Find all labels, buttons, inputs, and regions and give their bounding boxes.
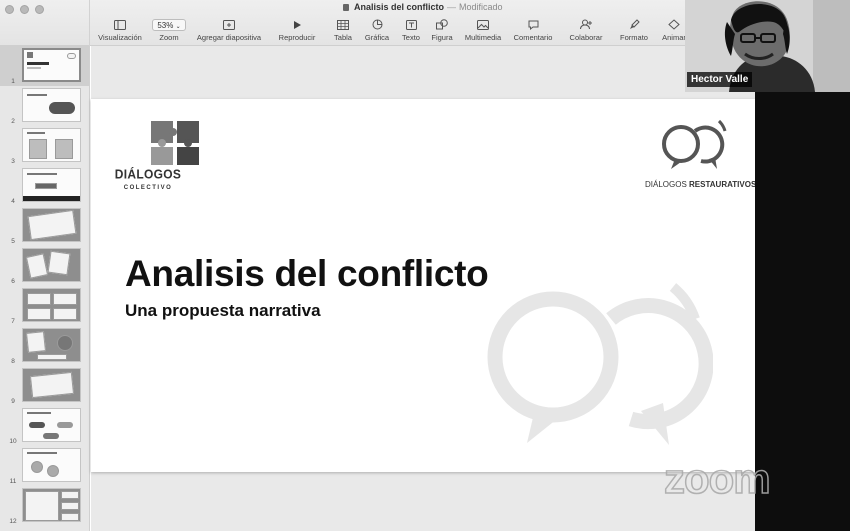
- add-slide-label: Agregar diapositiva: [196, 33, 262, 42]
- dialogos-colectivo-logo: DIÁLOGOS COLECTIVO: [113, 119, 203, 199]
- comment-label: Comentario: [513, 33, 553, 42]
- slide-number: 11: [9, 478, 17, 485]
- add-slide-button[interactable]: Agregar diapositiva: [196, 18, 262, 42]
- chevron-down-icon: ⌄: [175, 23, 181, 30]
- slide-number: 10: [9, 438, 17, 445]
- zoom-value: 53%: [157, 20, 174, 30]
- window-controls: [5, 5, 44, 14]
- comment-icon: [528, 20, 538, 30]
- logo-right-name-b: RESTAURATIVOS: [689, 180, 757, 189]
- document-status: Modificado: [459, 2, 503, 12]
- slide-preview: [22, 448, 81, 482]
- minimize-window-button[interactable]: [20, 5, 29, 14]
- slide-number: 4: [11, 198, 15, 205]
- slide-preview: [22, 88, 81, 122]
- slide-preview: [22, 248, 81, 282]
- slide-thumbnail-7[interactable]: 7: [0, 286, 89, 326]
- slide-number: 12: [9, 518, 17, 525]
- zoom-control[interactable]: 53% ⌄ Zoom: [139, 18, 199, 42]
- play-icon: [294, 20, 301, 29]
- slide-number: 3: [11, 158, 15, 165]
- slide-number: 7: [11, 318, 15, 325]
- slide-number: 6: [11, 278, 15, 285]
- logo-right-name-a: DIÁLOGOS: [645, 180, 687, 189]
- slide-number: 1: [11, 78, 15, 85]
- play-label: Reproducir: [278, 33, 316, 42]
- slide-title[interactable]: Analisis del conflicto: [125, 253, 489, 295]
- slide-thumbnail-10[interactable]: 10: [0, 406, 89, 446]
- slide-preview: [22, 128, 81, 162]
- slide-number: 8: [11, 358, 15, 365]
- slide-preview: [22, 48, 81, 82]
- slide-thumbnail-12[interactable]: 12: [0, 486, 89, 526]
- slide-thumbnail-8[interactable]: 8: [0, 326, 89, 366]
- zoom-label: Zoom: [159, 33, 179, 42]
- image-icon: [477, 19, 489, 30]
- slide-preview: [22, 328, 81, 362]
- zoom-window-button[interactable]: [35, 5, 44, 14]
- animate-label: Animar: [662, 33, 686, 42]
- slide-thumbnail-6[interactable]: 6: [0, 246, 89, 286]
- zoom-select[interactable]: 53% ⌄: [152, 18, 186, 31]
- window-title: Analisis del conflicto — Modificado: [343, 2, 503, 12]
- document-icon: [343, 4, 349, 11]
- document-name: Analisis del conflicto: [354, 2, 445, 12]
- collaborate-label: Colaborar: [569, 33, 603, 42]
- slide-number: 9: [11, 398, 15, 405]
- slide-preview: [22, 168, 81, 202]
- puzzle-logo-icon: [151, 121, 199, 165]
- slide-preview: [22, 408, 81, 442]
- close-window-button[interactable]: [5, 5, 14, 14]
- current-slide[interactable]: DIÁLOGOS COLECTIVO DIÁLOGOS RESTAURATIVO…: [91, 99, 756, 472]
- sidebar-divider: [66, 0, 90, 46]
- logo-left-subtitle: COLECTIVO: [123, 185, 173, 191]
- shape-label: Figura: [431, 33, 453, 42]
- participant-video-tile[interactable]: Hector Valle: [685, 0, 850, 92]
- slide-preview: [22, 288, 81, 322]
- logo-right-name: DIÁLOGOS RESTAURATIVOS: [645, 180, 756, 189]
- shape-icon: [436, 19, 448, 30]
- slide-number: 5: [11, 238, 15, 245]
- animate-icon: [668, 19, 680, 30]
- media-label: Multimedia: [464, 33, 502, 42]
- logo-left-name: DIÁLOGOS: [114, 166, 182, 182]
- comment-button[interactable]: Comentario: [503, 18, 563, 42]
- slide-thumbnail-4[interactable]: 4: [0, 166, 89, 206]
- zoom-watermark: zoom: [663, 454, 771, 503]
- slide-thumbnail-3[interactable]: 3: [0, 126, 89, 166]
- slide-number: 2: [11, 118, 15, 125]
- slide-thumbnail-9[interactable]: 9: [0, 366, 89, 406]
- collaborate-icon: [579, 19, 592, 30]
- slide-preview: [22, 368, 81, 402]
- add-slide-icon: [223, 19, 235, 30]
- slide-subtitle[interactable]: Una propuesta narrativa: [125, 301, 321, 321]
- slide-thumbnail-11[interactable]: 11: [0, 446, 89, 486]
- slide-thumbnail-5[interactable]: 5: [0, 206, 89, 246]
- slide-preview: [22, 488, 81, 522]
- dialogos-restaurativos-logo: DIÁLOGOS RESTAURATIVOS: [645, 117, 756, 197]
- watermark-bubbles-icon: [487, 283, 713, 445]
- participant-name-tag: Hector Valle: [687, 72, 753, 87]
- paintbrush-icon: [629, 19, 640, 29]
- slide-thumbnail-2[interactable]: 2: [0, 86, 89, 126]
- slide-navigator: 1 2 3 4 5 6 7 8 9 10 11 12: [0, 46, 90, 531]
- title-separator: —: [447, 2, 457, 12]
- speech-bubbles-icon: [662, 119, 727, 169]
- slide-thumbnail-1[interactable]: 1: [0, 46, 89, 86]
- view-label: Visualización: [98, 33, 142, 42]
- slide-canvas[interactable]: DIÁLOGOS COLECTIVO DIÁLOGOS RESTAURATIVO…: [91, 46, 756, 531]
- sidebar-icon: [114, 19, 126, 30]
- slide-preview: [22, 208, 81, 242]
